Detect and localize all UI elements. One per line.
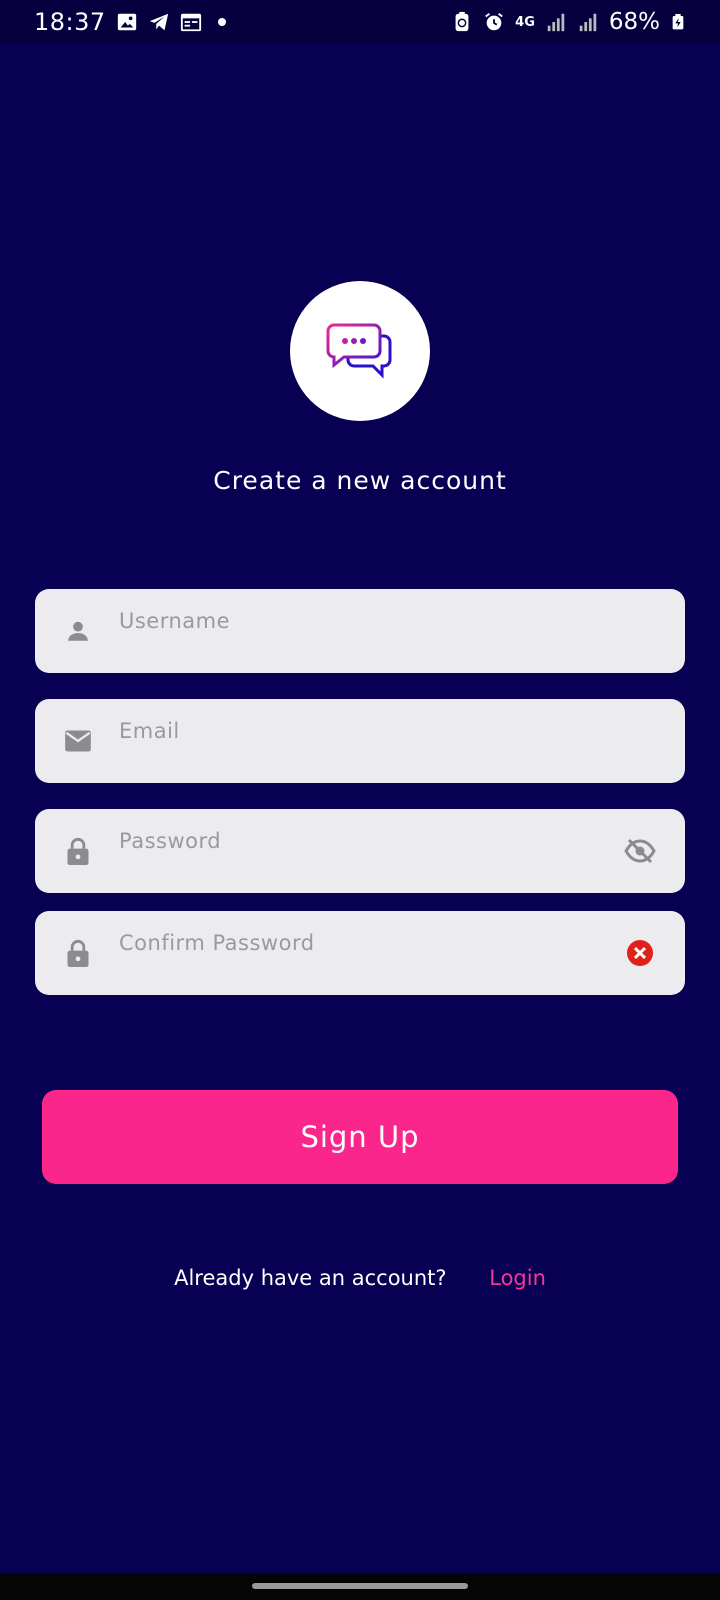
password-field[interactable] (35, 809, 685, 893)
email-field[interactable] (35, 699, 685, 783)
signal-icon (547, 13, 565, 32)
battery-saver-icon (455, 11, 469, 32)
lock-icon-confirm (63, 938, 93, 968)
sign-up-button[interactable]: Sign Up (42, 1090, 678, 1184)
chat-bubbles-icon (326, 323, 392, 379)
signal-icon-2 (579, 13, 597, 32)
page-title: Create a new account (213, 466, 507, 495)
password-input[interactable] (119, 821, 619, 861)
gallery-icon (117, 13, 136, 31)
confirm-password-input[interactable] (119, 923, 619, 963)
login-question: Already have an account? (174, 1266, 447, 1290)
battery-level: 68% (608, 9, 660, 35)
telegram-icon (149, 13, 168, 31)
status-bar: 18:37 4G 68% (0, 0, 720, 44)
username-field[interactable] (35, 589, 685, 673)
navigation-bar (0, 1573, 720, 1600)
login-prompt: Already have an account? Login (0, 1266, 720, 1290)
battery-charging-icon (672, 14, 684, 30)
notification-dot-icon (217, 18, 226, 26)
home-gesture-handle[interactable] (252, 1583, 468, 1589)
email-input[interactable] (119, 711, 619, 751)
status-bar-left: 18:37 (34, 8, 226, 36)
alarm-icon (485, 13, 503, 31)
mail-icon (63, 726, 93, 756)
network-type: 4G (515, 14, 535, 30)
signup-screen: 18:37 4G 68% Create a new account Userna… (0, 0, 720, 1600)
status-time: 18:37 (34, 8, 106, 36)
confirm-password-field[interactable] (35, 911, 685, 995)
lock-icon (63, 836, 93, 866)
username-input[interactable] (119, 601, 619, 641)
eye-off-icon[interactable] (623, 834, 657, 868)
calendar-icon (180, 13, 201, 32)
status-bar-right: 4G 68% (451, 9, 686, 35)
app-logo (290, 281, 430, 421)
person-icon (63, 616, 93, 646)
login-link[interactable]: Login (489, 1266, 546, 1290)
error-icon (623, 936, 657, 970)
